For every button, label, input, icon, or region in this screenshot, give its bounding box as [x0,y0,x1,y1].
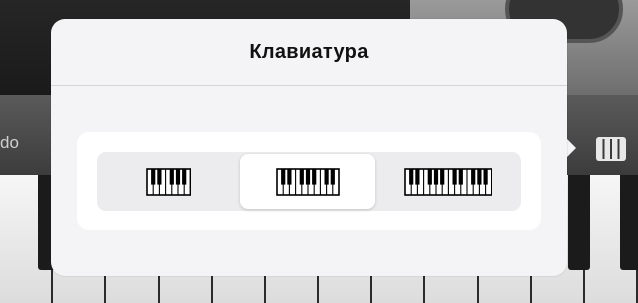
black-key-mark [470,168,475,185]
black-key-mark [305,168,310,185]
medium-keyboard-icon [275,167,340,196]
black-key-mark [311,168,316,185]
black-key-mark [324,168,329,185]
instrument-label: do [0,133,19,152]
black-key-mark [181,168,187,185]
size-option-large[interactable] [377,154,519,209]
keyboard-icon [596,137,626,161]
black-key-mark [169,168,174,185]
small-keyboard-icon [145,167,191,196]
black-key[interactable] [568,175,590,270]
black-key-mark [330,168,335,185]
popover-header: Клавиатура [51,19,567,86]
black-key-mark [452,168,457,185]
black-key-mark [458,168,463,185]
size-option-medium[interactable] [240,154,375,209]
black-key-mark [439,168,444,185]
keyboard-size-segmented-control [97,152,521,211]
black-key-mark [476,168,482,185]
size-option-small[interactable] [99,154,238,209]
black-key-mark [408,168,413,185]
black-key-mark [175,168,180,185]
black-key-mark [286,168,291,185]
size-options-card [77,132,541,230]
black-key-mark [150,168,156,185]
black-key-mark [157,168,162,185]
black-key-mark [280,168,285,185]
keyboard-size-popover: Клавиатура [51,19,567,276]
black-key-mark [483,168,488,185]
black-key-mark [427,168,432,185]
black-key-mark [414,168,420,185]
popover-title: Клавиатура [249,40,369,63]
keyboard-settings-button[interactable] [593,131,629,167]
black-key-mark [433,168,438,185]
large-keyboard-icon [403,167,493,196]
black-key-mark [299,168,304,185]
black-key[interactable] [620,175,638,270]
